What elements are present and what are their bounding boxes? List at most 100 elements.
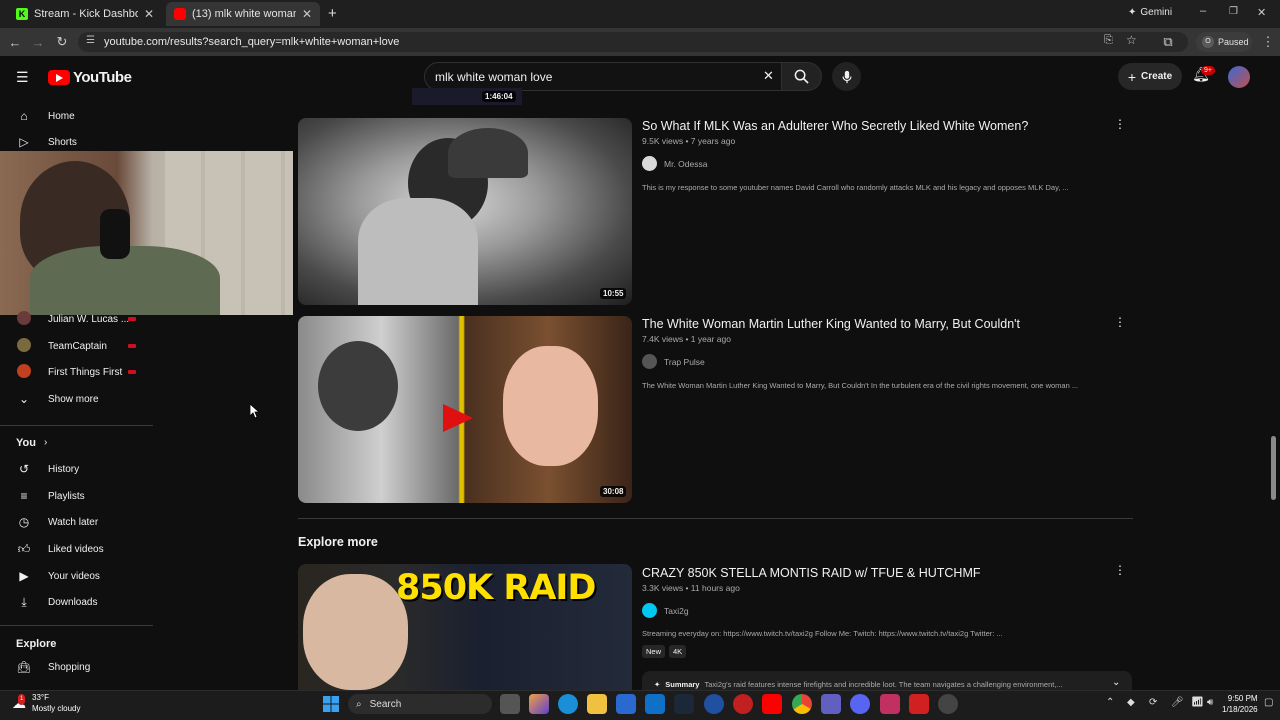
- gemini-sparkle-icon: ✦: [1128, 7, 1137, 18]
- video-thumbnail[interactable]: 30:08: [298, 316, 632, 503]
- playlists-icon: ≡: [20, 489, 28, 503]
- sidebar-item-subscription[interactable]: TeamCaptain: [10, 333, 150, 359]
- chevron-right-icon: ›: [43, 437, 48, 448]
- weather-alert-badge: 1: [18, 693, 26, 705]
- youtube-app-icon[interactable]: [762, 694, 782, 714]
- page-scrollbar[interactable]: [1271, 436, 1276, 500]
- battlenet-icon[interactable]: [704, 694, 724, 714]
- create-button[interactable]: + Create: [1118, 63, 1182, 90]
- clock-time: 9:50 PM: [1227, 694, 1258, 703]
- thumbnail-face: [303, 574, 408, 690]
- chevron-down-icon[interactable]: ⌄: [1112, 677, 1120, 688]
- notification-count-badge: 9+: [1201, 66, 1215, 75]
- tab-kick-dashboard[interactable]: K Stream - Kick Dashboard ✕: [8, 2, 162, 26]
- site-info-icon[interactable]: ☰: [86, 35, 95, 46]
- tray-app-icon[interactable]: ◆: [1127, 697, 1135, 708]
- sidebar-item-subscription[interactable]: First Things First: [10, 359, 150, 385]
- bookmark-star-icon[interactable]: ☆: [1126, 33, 1137, 47]
- new-tab-icon[interactable]: +: [328, 5, 337, 22]
- search-button[interactable]: [782, 62, 822, 91]
- voice-search-button[interactable]: [832, 62, 861, 91]
- teams-icon[interactable]: [821, 694, 841, 714]
- partial-video-thumbnail[interactable]: 1:46:04: [412, 88, 522, 105]
- sidebar-show-more[interactable]: ⌄ Show more: [10, 386, 150, 412]
- sidebar-item-label: History: [48, 463, 80, 475]
- reload-icon[interactable]: ↻: [52, 28, 72, 56]
- video-thumbnail[interactable]: 10:55: [298, 118, 632, 305]
- windows-start-icon[interactable]: [321, 694, 341, 714]
- sidebar-item-shopping[interactable]: 👜︎ Shopping: [10, 654, 150, 680]
- download-icon: ⤓: [21, 594, 27, 609]
- sidebar-item-subscription[interactable]: Julian W. Lucas ...: [10, 306, 150, 332]
- sidebar-item-playlists[interactable]: ≡ Playlists: [10, 483, 150, 509]
- profile-button[interactable]: O Paused: [1196, 32, 1252, 52]
- back-icon[interactable]: ←: [5, 28, 25, 56]
- sync-icon[interactable]: ⟳: [1149, 697, 1157, 708]
- sidebar-item-liked-videos[interactable]: 👍︎ Liked videos: [10, 536, 150, 562]
- channel-link[interactable]: Trap Pulse: [642, 354, 705, 369]
- sidebar-you-header[interactable]: You ›: [16, 437, 47, 449]
- live-indicator-icon: [128, 370, 136, 374]
- volume-icon[interactable]: 🔊︎: [1207, 697, 1213, 708]
- gemini-button[interactable]: ✦ Gemini: [1128, 7, 1172, 18]
- sidebar-item-watch-later[interactable]: ◷ Watch later: [10, 509, 150, 535]
- video-title[interactable]: The White Woman Martin Luther King Wante…: [642, 317, 1020, 331]
- address-bar[interactable]: ☰ youtube.com/results?search_query=mlk+w…: [78, 32, 1188, 52]
- discord-icon[interactable]: [850, 694, 870, 714]
- video-title[interactable]: So What If MLK Was an Adulterer Who Secr…: [642, 119, 1028, 133]
- more-actions-icon[interactable]: ⋮: [1114, 563, 1126, 577]
- edge-browser-icon[interactable]: [558, 694, 578, 714]
- browser-menu-icon[interactable]: ⋮: [1258, 28, 1278, 56]
- weather-widget[interactable]: ☁1 33°F Mostly cloudy: [12, 692, 80, 714]
- install-app-icon[interactable]: ⎘: [1104, 34, 1113, 47]
- tab-search-icon[interactable]: ⧉: [1158, 28, 1178, 56]
- tray-overflow-icon[interactable]: ⌃: [1106, 697, 1114, 708]
- webcam-overlay: [0, 151, 293, 315]
- forward-icon[interactable]: →: [28, 28, 48, 56]
- sidebar-item-your-videos[interactable]: ▶ Your videos: [10, 563, 150, 589]
- sidebar-item-history[interactable]: ↺ History: [10, 456, 150, 482]
- steam-icon[interactable]: [674, 694, 694, 714]
- close-tab-icon[interactable]: ✕: [144, 7, 154, 21]
- wifi-icon[interactable]: 📶︎: [1191, 697, 1204, 708]
- sidebar-item-home[interactable]: ⌂ Home: [10, 103, 150, 129]
- more-actions-icon[interactable]: ⋮: [1114, 117, 1126, 131]
- notification-center-icon[interactable]: ▢: [1264, 697, 1273, 708]
- hamburger-menu-icon[interactable]: ☰: [16, 69, 29, 86]
- video-thumbnail[interactable]: 850K RAID: [298, 564, 632, 690]
- youtube-logo[interactable]: YouTube: [48, 68, 132, 86]
- explore-more-header: Explore more: [298, 535, 378, 549]
- chrome-icon[interactable]: [792, 694, 812, 714]
- clear-search-icon[interactable]: ✕: [763, 68, 774, 84]
- audio-app-icon[interactable]: [880, 694, 900, 714]
- tab-title: (13) mlk white woman love - Yo: [192, 8, 296, 20]
- outlook-icon[interactable]: [645, 694, 665, 714]
- summary-text: Taxi2g's raid features intense firefight…: [704, 679, 1063, 689]
- streaming-app-icon[interactable]: [909, 694, 929, 714]
- taskbar-clock[interactable]: 9:50 PM 1/18/2026: [1222, 693, 1258, 715]
- microphone-tray-icon[interactable]: 🎤︎: [1171, 697, 1184, 708]
- ea-app-icon[interactable]: [733, 694, 753, 714]
- copilot-icon[interactable]: [529, 694, 549, 714]
- obs-icon[interactable]: [938, 694, 958, 714]
- video-title[interactable]: CRAZY 850K STELLA MONTIS RAID w/ TFUE & …: [642, 566, 981, 580]
- account-avatar[interactable]: [1228, 66, 1250, 88]
- more-actions-icon[interactable]: ⋮: [1114, 315, 1126, 329]
- minimize-icon[interactable]: –: [1200, 5, 1206, 17]
- chevron-down-icon: ⌄: [18, 392, 30, 406]
- restore-icon[interactable]: ❐: [1229, 6, 1238, 17]
- search-input[interactable]: mlk white woman love ✕: [424, 62, 782, 91]
- close-tab-icon[interactable]: ✕: [302, 7, 312, 21]
- channel-avatar: [17, 310, 31, 325]
- task-view-icon[interactable]: [500, 694, 520, 714]
- taskbar-search[interactable]: ⌕ Search: [348, 694, 492, 714]
- file-explorer-icon[interactable]: [587, 694, 607, 714]
- sidebar-item-label: Your videos: [48, 570, 100, 582]
- microsoft-store-icon[interactable]: [616, 694, 636, 714]
- sidebar-item-downloads[interactable]: ⤓ Downloads: [10, 589, 150, 615]
- tab-youtube[interactable]: (13) mlk white woman love - Yo ✕: [166, 2, 320, 26]
- channel-link[interactable]: Taxi2g: [642, 603, 689, 618]
- thumbnail-face: [503, 346, 598, 466]
- channel-link[interactable]: Mr. Odessa: [642, 156, 707, 171]
- close-window-icon[interactable]: ✕: [1257, 6, 1266, 19]
